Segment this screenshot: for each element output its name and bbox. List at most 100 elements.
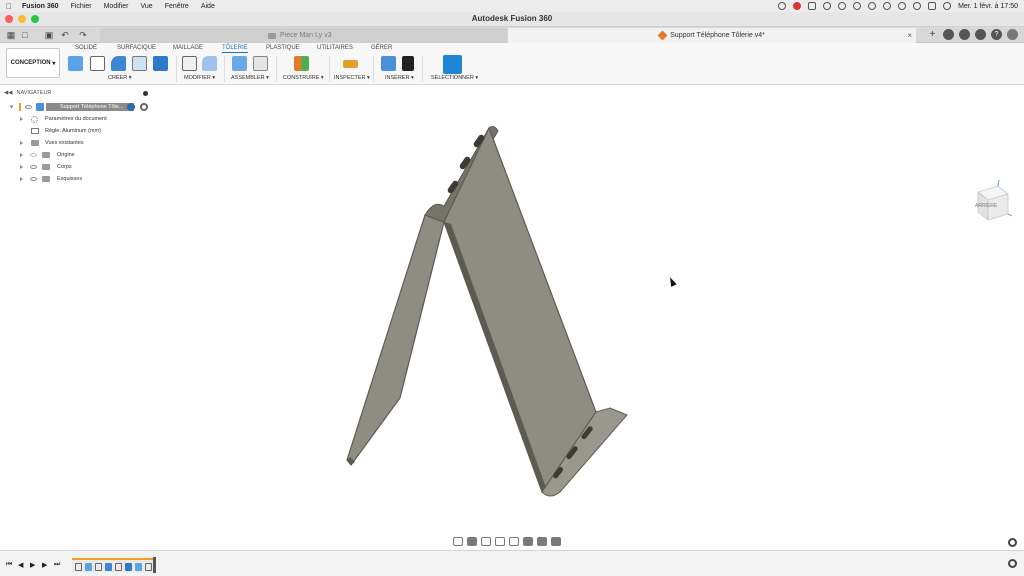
offset-plane-icon[interactable] — [294, 56, 309, 71]
measure-icon[interactable] — [343, 60, 358, 68]
status-app-icon[interactable] — [793, 2, 802, 10]
sheet-metal-rule-icon[interactable] — [127, 103, 135, 111]
play-icon[interactable]: ▶ — [30, 561, 35, 569]
browser-options-icon[interactable] — [143, 90, 148, 96]
view-cube-shape[interactable] — [972, 179, 1013, 222]
visibility-eye-icon[interactable] — [30, 177, 37, 181]
new-component-icon[interactable] — [68, 56, 83, 71]
browser-node-sheet-metal-rule[interactable]: Règle: Aluminum (mm) — [20, 126, 140, 136]
sketch-feature-icon[interactable] — [75, 563, 82, 571]
tab-piece-man-ly[interactable]: Piece Man Ly v3 — [100, 28, 507, 43]
browser-node-bodies[interactable]: Corps — [20, 162, 140, 172]
status-clipboard-icon[interactable] — [808, 2, 817, 10]
fillet-icon[interactable] — [202, 56, 217, 71]
new-tab-icon[interactable]: + — [927, 29, 938, 40]
browser-node-named-views[interactable]: Vues existantes — [20, 138, 140, 148]
control-center-icon[interactable] — [928, 2, 937, 10]
timeline-marker[interactable] — [153, 557, 156, 573]
workspace-switcher[interactable]: CONCEPTION ▾ — [6, 48, 60, 78]
menu-bar-clock[interactable]: Mer. 1 févr. à 17:50 — [958, 3, 1018, 10]
close-tab-icon[interactable]: × — [907, 31, 912, 40]
browser-node-origin[interactable]: Origine — [20, 150, 140, 160]
group-inspecter-label[interactable]: INSPECTER ▾ — [334, 75, 370, 81]
tab-surfacique[interactable]: SURFACIQUE — [117, 45, 156, 51]
user-avatar[interactable] — [1007, 29, 1018, 40]
extensions-icon[interactable] — [943, 29, 954, 40]
browser-root-node[interactable]: Support Téléphone Tôle... — [9, 102, 150, 112]
status-play-icon[interactable] — [823, 2, 832, 10]
visibility-eye-icon[interactable] — [25, 105, 32, 109]
tab-maillage[interactable]: MAILLAGE — [173, 45, 203, 51]
group-creer-label[interactable]: CRÉER ▾ — [108, 75, 132, 81]
step-forward-icon[interactable]: ▶ — [42, 561, 47, 569]
view-cube[interactable]: ARRIÈRE — [972, 179, 1013, 222]
file-menu-icon[interactable]: □ — [20, 30, 30, 40]
sketch-feature-icon[interactable] — [95, 563, 102, 571]
group-construire-label[interactable]: CONSTRUIRE ▾ — [283, 75, 324, 81]
viewport-settings-icon[interactable] — [1008, 538, 1017, 547]
pattern-feature-icon[interactable] — [135, 563, 142, 571]
root-component-label[interactable]: Support Téléphone Tôle... — [46, 103, 134, 111]
tab-solide[interactable]: SOLIDE — [75, 45, 97, 51]
menu-fenetre[interactable]: Fenêtre — [165, 3, 189, 10]
display-settings-icon[interactable] — [523, 537, 533, 546]
menu-aide[interactable]: Aide — [201, 3, 215, 10]
pan-icon[interactable] — [481, 537, 491, 546]
sketch-feature-icon[interactable] — [115, 563, 122, 571]
apple-icon[interactable]:  — [6, 2, 12, 11]
insert-canvas-icon[interactable] — [381, 56, 396, 71]
expand-icon[interactable] — [20, 152, 23, 157]
sketch-feature-icon[interactable] — [145, 563, 152, 571]
press-pull-icon[interactable] — [182, 56, 197, 71]
expand-icon[interactable] — [20, 116, 23, 121]
menu-fichier[interactable]: Fichier — [71, 3, 92, 10]
collapse-browser-icon[interactable]: ◀◀ — [4, 90, 12, 96]
status-clock-icon[interactable] — [853, 2, 862, 10]
select-icon[interactable] — [443, 55, 462, 74]
menu-vue[interactable]: Vue — [141, 3, 153, 10]
expand-icon[interactable] — [20, 140, 23, 145]
notifications-icon[interactable] — [975, 29, 986, 40]
insert-mcmaster-icon[interactable] — [402, 56, 414, 71]
sheet-metal-rules-icon[interactable] — [132, 56, 147, 71]
status-headphones-icon[interactable] — [868, 2, 877, 10]
status-record-icon[interactable] — [838, 2, 847, 10]
menu-modifier[interactable]: Modifier — [104, 3, 129, 10]
redo-icon[interactable]: ↷ — [78, 30, 88, 40]
visibility-eye-icon[interactable] — [30, 165, 37, 169]
cut-feature-icon[interactable] — [125, 563, 132, 571]
tab-tolerie[interactable]: TÔLERIE — [222, 45, 248, 53]
new-component-assemble-icon[interactable] — [232, 56, 247, 71]
go-to-start-icon[interactable]: ⏮ — [6, 561, 12, 569]
tab-plastique[interactable]: PLASTIQUE — [266, 45, 300, 51]
grid-settings-icon[interactable] — [537, 537, 547, 546]
zoom-icon[interactable] — [495, 537, 505, 546]
group-inserer-label[interactable]: INSÉRER ▾ — [385, 75, 414, 81]
step-back-icon[interactable]: ◀ — [18, 561, 23, 569]
tab-support-telephone[interactable]: Support Téléphone Tôlerie v4* × — [508, 28, 916, 43]
orbit-icon[interactable] — [453, 537, 463, 546]
activate-radio-icon[interactable] — [140, 103, 148, 111]
expand-icon[interactable] — [20, 164, 23, 169]
save-icon[interactable]: ▣ — [44, 30, 54, 40]
wifi-icon[interactable] — [898, 2, 907, 10]
group-assembler-label[interactable]: ASSEMBLER ▾ — [231, 75, 269, 81]
flange-feature-icon[interactable] — [105, 563, 112, 571]
search-icon[interactable] — [913, 2, 922, 10]
browser-node-document-settings[interactable]: Paramètres du document — [20, 114, 140, 124]
joint-icon[interactable] — [253, 56, 268, 71]
status-circle-icon[interactable] — [778, 2, 787, 10]
go-to-end-icon[interactable]: ⏭ — [54, 561, 60, 569]
timeline-settings-icon[interactable] — [1008, 559, 1017, 568]
timeline-track[interactable] — [72, 558, 156, 572]
visibility-eye-icon[interactable] — [30, 153, 37, 157]
grid-menu-icon[interactable]: ▦ — [6, 30, 16, 40]
expand-icon[interactable] — [9, 105, 14, 109]
extrude-icon[interactable] — [153, 56, 168, 71]
view-cube-face-label[interactable]: ARRIÈRE — [975, 203, 997, 209]
back-leg-face[interactable] — [346, 214, 445, 466]
bluetooth-icon[interactable] — [883, 2, 892, 10]
look-at-icon[interactable] — [467, 537, 477, 546]
undo-icon[interactable]: ↶ — [60, 30, 70, 40]
tab-utilitaires[interactable]: UTILITAIRES — [317, 45, 353, 51]
